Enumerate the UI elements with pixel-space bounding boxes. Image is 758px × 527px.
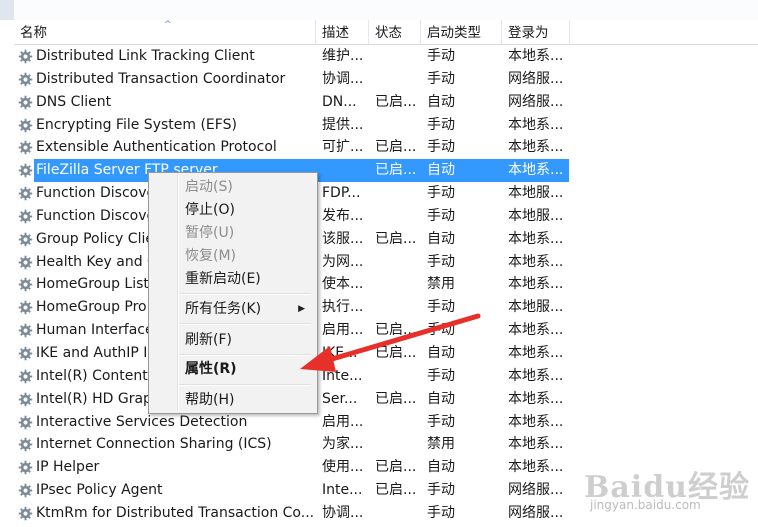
annotation-arrow-shaft (319, 313, 481, 365)
annotation-arrow-head (300, 346, 336, 372)
watermark-url: jingyan.baidu.com (590, 498, 701, 512)
annotation-arrow (300, 313, 481, 372)
